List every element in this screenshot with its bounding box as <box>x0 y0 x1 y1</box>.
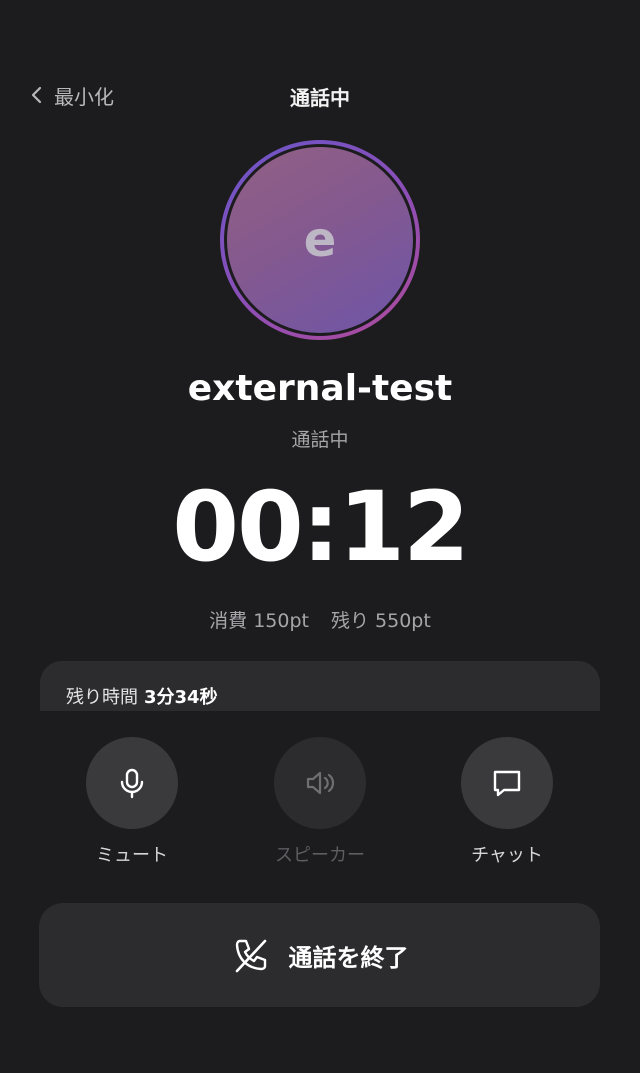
avatar-gap: e <box>224 144 416 336</box>
avatar: e <box>227 147 413 333</box>
microphone-icon <box>120 768 144 799</box>
mute-label: ミュート <box>96 845 168 866</box>
points-consumed: 消費 150pt <box>209 610 309 632</box>
call-timer: 00:12 <box>172 471 470 583</box>
avatar-ring: e <box>220 140 420 340</box>
remaining-time-label: 残り時間 <box>66 687 138 708</box>
speaker-label: スピーカー <box>275 845 365 866</box>
speaker-circle[interactable] <box>274 737 366 829</box>
chat-circle[interactable] <box>461 737 553 829</box>
mute-circle[interactable] <box>86 737 178 829</box>
phone-end-icon <box>235 939 266 973</box>
page-title: 通話中 <box>290 86 350 110</box>
chat-label: チャット <box>471 845 543 866</box>
chat-button[interactable]: チャット <box>437 737 577 867</box>
remaining-time-card: 残り時間 3分34秒 <box>40 661 600 711</box>
speaker-button[interactable]: スピーカー <box>250 737 390 867</box>
end-call-button[interactable]: 通話を終了 <box>39 903 600 1007</box>
speaker-icon <box>306 771 335 795</box>
points-summary: 消費 150pt 残り 550pt <box>0 606 640 633</box>
call-status: 通話中 <box>291 429 349 451</box>
mute-button[interactable]: ミュート <box>62 737 202 867</box>
end-call-label: 通話を終了 <box>288 943 409 972</box>
chat-bubble-icon <box>493 770 521 797</box>
header: 最小化 通話中 <box>0 70 640 120</box>
caller-name: external-test <box>187 368 453 409</box>
call-screen: 最小化 通話中 e external-test 通話中 00:12 消費 150… <box>0 0 640 1073</box>
remaining-time-value: 3分34秒 <box>144 687 218 708</box>
points-remaining: 残り 550pt <box>331 610 431 632</box>
